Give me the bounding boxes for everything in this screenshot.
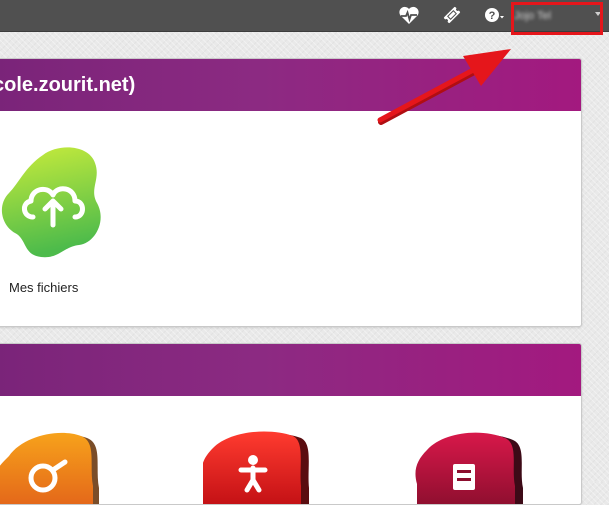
orange-app-icon: [0, 433, 99, 504]
ticket-icon[interactable]: [440, 4, 464, 26]
section-header-2: [0, 344, 581, 396]
section-card-1: cole.zourit.net) Mes fichiers: [0, 58, 582, 327]
tile-app-1[interactable]: [0, 428, 115, 504]
tile-mes-fichiers[interactable]: Mes fichiers: [0, 59, 115, 319]
tile-label: Mes fichiers: [9, 280, 79, 295]
tile-app-3[interactable]: [415, 428, 535, 504]
help-icon[interactable]: ?: [482, 4, 506, 26]
crimson-app-icon: [415, 432, 523, 504]
section-card-2: [0, 343, 582, 505]
heartbeat-icon[interactable]: [397, 4, 421, 26]
red-app-icon: [201, 431, 309, 504]
cloud-upload-icon: [1, 147, 101, 258]
svg-text:?: ?: [489, 10, 496, 22]
tile-app-2[interactable]: [201, 428, 323, 504]
highlight-box: [511, 2, 603, 35]
